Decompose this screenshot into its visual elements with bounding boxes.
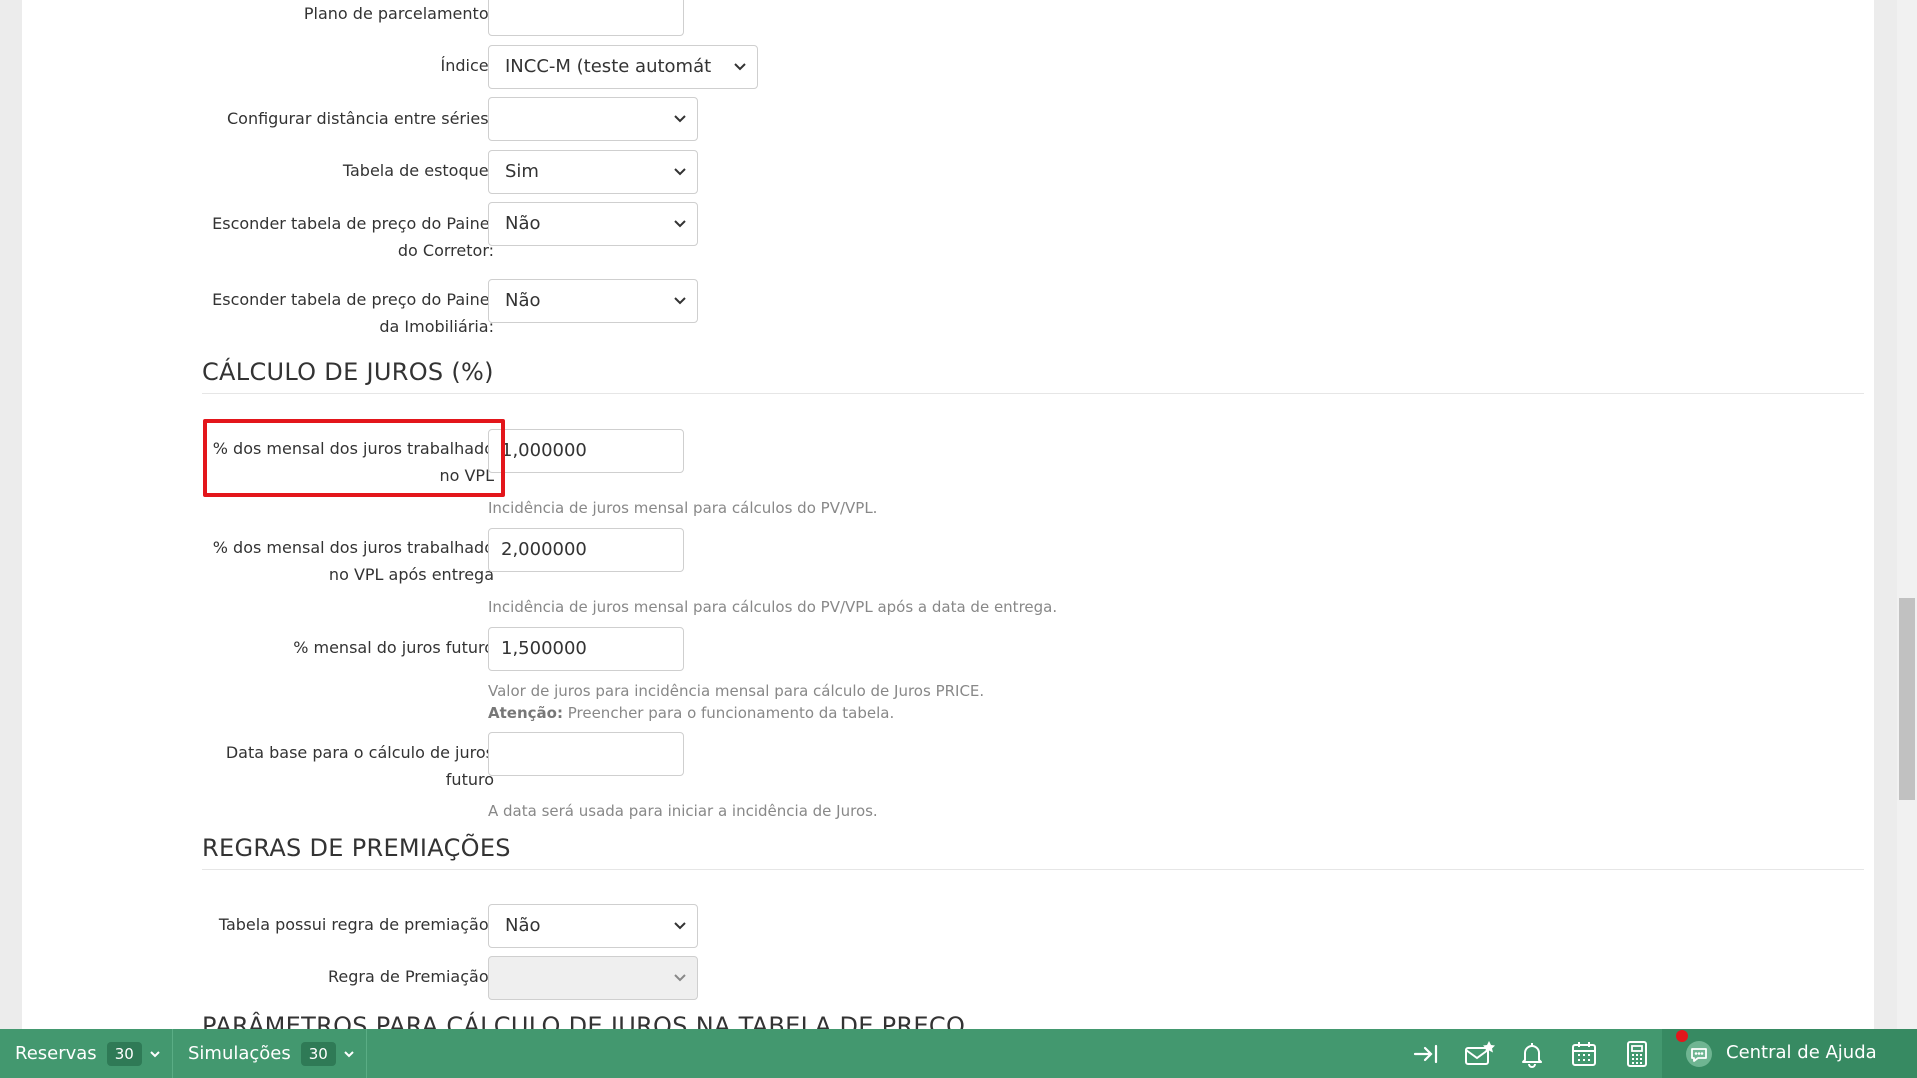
label-possui-premiacao: Tabela possui regra de premiação: xyxy=(218,915,494,934)
label-line: futuro xyxy=(445,770,494,789)
label-esconder-corretor: Esconder tabela de preço do Painel do Co… xyxy=(192,210,494,264)
help-text: Preencher para o funcionamento da tabela… xyxy=(567,704,895,722)
section-divider xyxy=(202,869,1864,870)
chevron-down-icon xyxy=(344,1050,354,1057)
reservas-label: Reservas xyxy=(15,1043,97,1064)
possui-premiacao-value: Não xyxy=(505,915,541,936)
chevron-down-icon xyxy=(674,115,686,123)
label-plano-parcelamento: Plano de parcelamento: xyxy=(303,4,494,23)
tabela-estoque-select[interactable]: Sim xyxy=(488,150,698,194)
chat-help-icon xyxy=(1686,1041,1712,1067)
label-data-base: Data base para o cálculo de juros futuro xyxy=(192,739,494,793)
central-ajuda-label: Central de Ajuda xyxy=(1726,1042,1877,1063)
indice-value: INCC-M (teste automát xyxy=(505,56,712,77)
label-tabela-estoque: Tabela de estoque: xyxy=(342,161,494,180)
bell-icon[interactable] xyxy=(1518,1040,1546,1068)
label-line: Esconder tabela de preço do Painel xyxy=(212,214,494,233)
chevron-down-icon xyxy=(674,922,686,930)
label-line: Data base para o cálculo de juros xyxy=(225,743,494,762)
distancia-series-select[interactable] xyxy=(488,97,698,141)
section-title-premiacoes: REGRAS DE PREMIAÇÕES xyxy=(202,834,511,862)
section-divider xyxy=(202,393,1864,394)
chevron-down-icon xyxy=(674,974,686,982)
toolbar-divider xyxy=(366,1029,367,1078)
esconder-corretor-select[interactable]: Não xyxy=(488,202,698,246)
form-page: Plano de parcelamento: Índice: INCC-M (t… xyxy=(22,0,1874,1030)
reservas-button[interactable]: Reservas 30 xyxy=(15,1029,162,1078)
mail-star-icon[interactable] xyxy=(1464,1040,1496,1068)
label-line: do Corretor: xyxy=(397,241,494,260)
section-title-juros: CÁLCULO DE JUROS (%) xyxy=(202,358,494,386)
label-distancia-series: Configurar distância entre séries: xyxy=(227,109,494,128)
juros-futuro-input[interactable]: 1,500000 xyxy=(488,627,684,671)
label-line: % dos mensal dos juros trabalhado xyxy=(212,538,494,557)
regra-premiacao-select[interactable] xyxy=(488,956,698,1000)
calculator-icon[interactable] xyxy=(1623,1040,1651,1068)
section-title-parametros: PARÂMETROS PARA CÁLCULO DE JUROS NA TABE… xyxy=(202,1012,966,1030)
toolbar-divider xyxy=(172,1029,173,1078)
label-line: no VPL após entrega xyxy=(328,565,494,584)
chevron-down-icon xyxy=(674,297,686,305)
label-indice: Índice: xyxy=(440,56,495,75)
tabela-estoque-value: Sim xyxy=(505,161,539,182)
calendar-icon[interactable] xyxy=(1570,1040,1598,1068)
simulacoes-count-badge: 30 xyxy=(300,1041,336,1066)
notification-dot xyxy=(1676,1030,1688,1042)
label-juros-futuro: % mensal do juros futuro xyxy=(293,638,494,657)
possui-premiacao-select[interactable]: Não xyxy=(488,904,698,948)
scrollbar-thumb[interactable] xyxy=(1899,598,1915,800)
highlight-box xyxy=(203,419,505,497)
indice-select[interactable]: INCC-M (teste automát xyxy=(488,45,758,89)
label-line: da Imobiliária: xyxy=(379,317,494,336)
juros-vpl-entrega-input[interactable]: 2,000000 xyxy=(488,528,684,572)
esconder-corretor-value: Não xyxy=(505,213,541,234)
chevron-down-icon xyxy=(674,220,686,228)
chevron-down-icon xyxy=(674,168,686,176)
data-base-input[interactable] xyxy=(488,732,684,776)
reservas-count-badge: 30 xyxy=(106,1041,142,1066)
help-line: Atenção: Preencher para o funcionamento … xyxy=(488,702,984,724)
esconder-imobiliaria-select[interactable]: Não xyxy=(488,279,698,323)
plano-parcelamento-input[interactable] xyxy=(488,0,684,36)
label-esconder-imobiliaria: Esconder tabela de preço do Painel da Im… xyxy=(192,286,494,340)
central-ajuda-button[interactable]: Central de Ajuda xyxy=(1662,1029,1917,1078)
chevron-down-icon xyxy=(734,63,746,71)
chevron-down-icon xyxy=(150,1050,160,1057)
help-data-base: A data será usada para iniciar a incidên… xyxy=(488,802,878,820)
help-juros-vpl: Incidência de juros mensal para cálculos… xyxy=(488,499,878,517)
help-line: Valor de juros para incidência mensal pa… xyxy=(488,682,985,700)
help-bold: Atenção: xyxy=(488,704,563,722)
esconder-imobiliaria-value: Não xyxy=(505,290,541,311)
label-juros-vpl-entrega: % dos mensal dos juros trabalhado no VPL… xyxy=(192,534,494,588)
label-regra-premiacao: Regra de Premiação: xyxy=(327,967,494,986)
scrollbar[interactable] xyxy=(1897,0,1917,1030)
help-juros-vpl-entrega: Incidência de juros mensal para cálculos… xyxy=(488,598,1058,616)
bottom-toolbar: Reservas 30 Simulações 30 Central de Aju… xyxy=(0,1029,1917,1078)
simulacoes-button[interactable]: Simulações 30 xyxy=(188,1029,356,1078)
label-line: Esconder tabela de preço do Painel xyxy=(212,290,494,309)
help-juros-futuro: Valor de juros para incidência mensal pa… xyxy=(488,680,984,724)
juros-vpl-input[interactable]: 1,000000 xyxy=(488,429,684,473)
simulacoes-label: Simulações xyxy=(188,1043,291,1064)
collapse-right-icon[interactable] xyxy=(1412,1040,1440,1068)
